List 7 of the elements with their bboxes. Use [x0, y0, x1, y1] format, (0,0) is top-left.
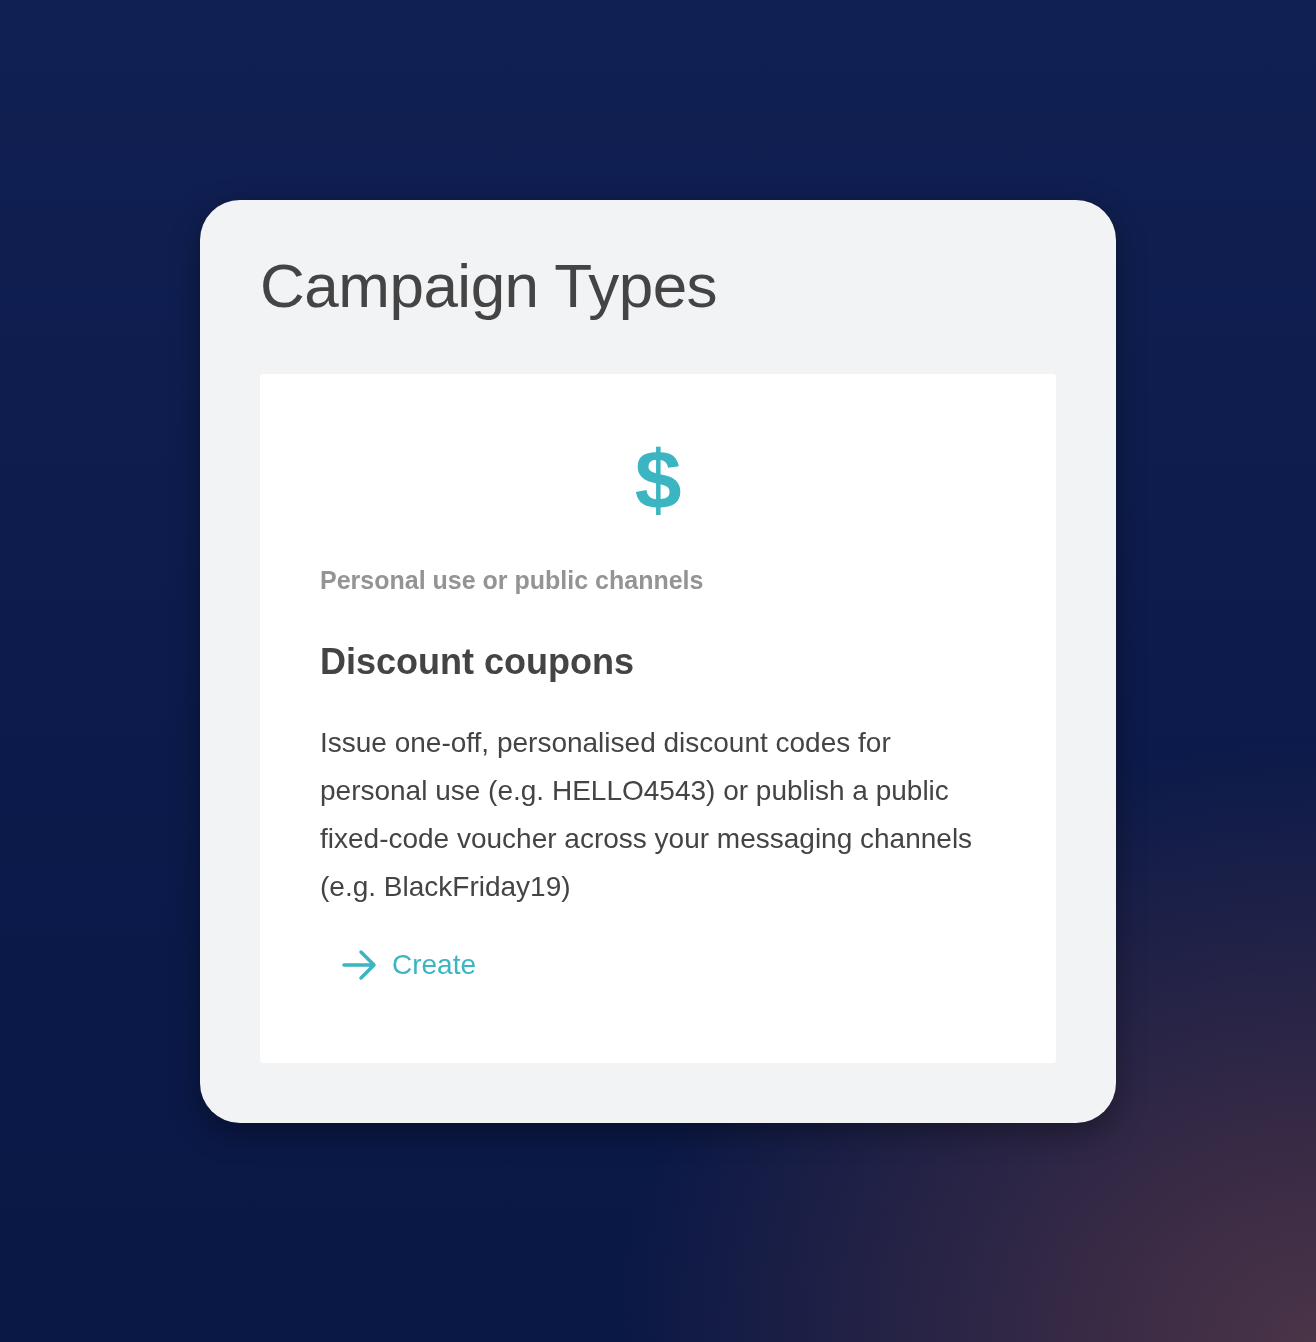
arrow-icon	[342, 949, 378, 981]
card-heading: Discount coupons	[320, 641, 635, 683]
card-subtitle: Personal use or public channels	[320, 566, 705, 595]
card-description: Issue one-off, personalised discount codes for personal use (e.g. HELLO4543) or publish a public fixed-code voucher across your messaging channels (e.g. BlackFriday19)	[320, 726, 974, 904]
panel-title: Campaign Types	[260, 250, 719, 322]
create-link[interactable]: Create	[342, 949, 477, 981]
dollar-icon: $	[628, 438, 688, 522]
